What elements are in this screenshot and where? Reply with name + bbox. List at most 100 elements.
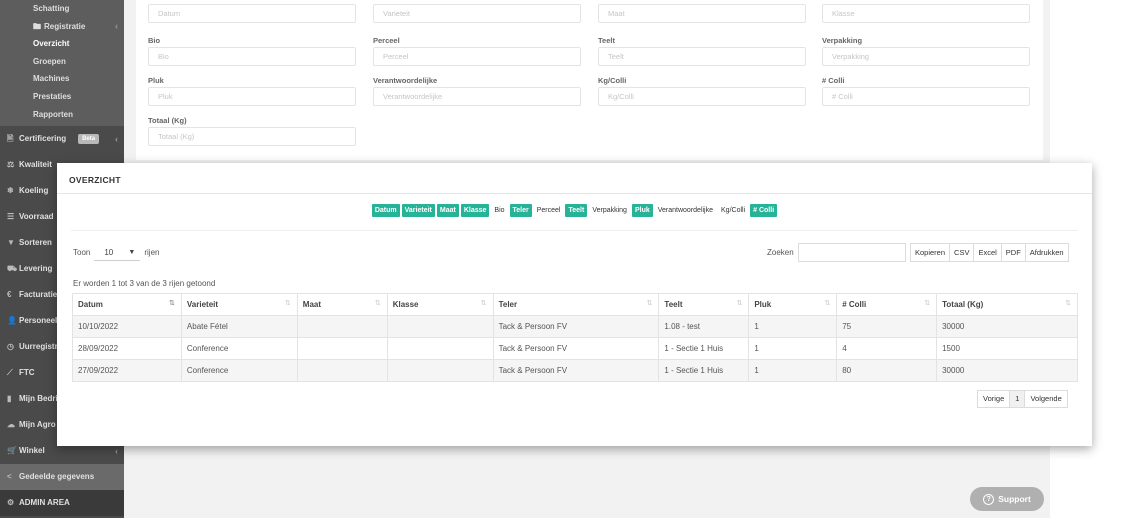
chevron-left-icon: ‹ bbox=[115, 20, 118, 31]
field-label: Kg/Colli bbox=[598, 76, 627, 85]
column-header-teler[interactable]: Teler ⇅ bbox=[492, 293, 660, 316]
field-label: Pluk bbox=[148, 76, 164, 85]
page-length-select[interactable]: 10 ▼ bbox=[94, 244, 141, 261]
table-cell-teler: Tack & Persoon FV bbox=[492, 337, 660, 360]
column-header-totaal-kg[interactable]: Totaal (Kg) ⇅ bbox=[936, 293, 1078, 316]
sidebar-subitem-machines[interactable]: Machines bbox=[0, 70, 124, 88]
form-field-bio: Bio Bio bbox=[148, 35, 356, 66]
sidebar-subitem-groepen[interactable]: Groepen bbox=[0, 53, 124, 71]
maat-input[interactable]: Maat bbox=[598, 4, 806, 23]
pagination: Vorige 1 Volgende bbox=[977, 390, 1068, 408]
export-excel-button[interactable]: Excel bbox=[974, 243, 1002, 262]
sidebar-subitem-label: Prestaties bbox=[33, 91, 72, 101]
toggle-column-datum[interactable]: Datum bbox=[371, 204, 400, 217]
export-kopieren-button[interactable]: Kopieren bbox=[910, 243, 951, 262]
toggle-column-perceel[interactable]: Perceel bbox=[534, 204, 564, 217]
column-header-datum[interactable]: Datum ⇅ bbox=[72, 293, 182, 316]
page-1-button[interactable]: 1 bbox=[1010, 390, 1026, 408]
next-page-button[interactable]: Volgende bbox=[1025, 390, 1068, 408]
form-field-maat: MaatMaat bbox=[598, 0, 806, 23]
toggle-column-bio[interactable]: Bio bbox=[491, 204, 507, 217]
table-header-row: Datum ⇅ Varieteit ⇅ Maat ⇅ Klasse ⇅ Teler ⇅ Teelt ⇅… bbox=[72, 293, 1078, 316]
pluk-input[interactable]: Pluk bbox=[148, 87, 356, 106]
sort-icon: ⇅ bbox=[284, 300, 291, 307]
folder-icon: 🖿 bbox=[33, 21, 41, 31]
sidebar-subitem-rapporten[interactable]: Rapporten bbox=[0, 106, 124, 124]
column-header-varieteit[interactable]: Varieteit ⇅ bbox=[180, 293, 298, 316]
table-row: 28/09/2022 Conference Tack & Persoon FV 1 -… bbox=[72, 337, 1078, 360]
sidebar-subitem-label: Rapporten bbox=[33, 109, 73, 119]
verpakking-input[interactable]: Verpakking bbox=[822, 47, 1030, 66]
field-label: Bio bbox=[148, 36, 161, 45]
klasse-input[interactable]: Klasse bbox=[822, 4, 1030, 23]
toggle-column-pluk[interactable]: Pluk bbox=[631, 204, 653, 217]
table-cell-maat bbox=[296, 337, 388, 360]
column-header-maat[interactable]: Maat ⇅ bbox=[296, 293, 388, 316]
placeholder-text: Maat bbox=[608, 9, 625, 18]
support-button[interactable]: ? Support bbox=[970, 487, 1044, 511]
teelt-input[interactable]: Teelt bbox=[598, 47, 806, 66]
placeholder-text: Klasse bbox=[832, 9, 855, 18]
column-header-label: Datum bbox=[78, 300, 103, 309]
toggle-column-klasse[interactable]: Klasse bbox=[460, 204, 490, 217]
support-label: Support bbox=[998, 494, 1031, 504]
export-csv-button[interactable]: CSV bbox=[950, 243, 975, 262]
prev-page-button[interactable]: Vorige bbox=[977, 390, 1011, 408]
search-input[interactable] bbox=[797, 243, 906, 262]
toggle-column-varieteit[interactable]: Varieteit bbox=[401, 204, 435, 217]
toggle-column-colli[interactable]: # Colli bbox=[750, 204, 778, 217]
toggle-column-maat[interactable]: Maat bbox=[436, 204, 459, 217]
toggle-column-kg-colli[interactable]: Kg/Colli bbox=[718, 204, 748, 217]
column-header-pluk[interactable]: Pluk ⇅ bbox=[748, 293, 838, 316]
sort-icon: ⇅ bbox=[1065, 300, 1071, 307]
sidebar-subitem-registratie[interactable]: 🖿 Registratie ‹ bbox=[0, 18, 124, 36]
field-label: Perceel bbox=[373, 36, 400, 45]
toggle-column-verpakking[interactable]: Verpakking bbox=[589, 204, 630, 217]
datum-input[interactable]: Datum bbox=[148, 4, 356, 23]
gear-icon: ⚙ bbox=[7, 498, 15, 508]
placeholder-text: # Colli bbox=[832, 92, 853, 101]
sidebar-subitem-label: Groepen bbox=[33, 56, 66, 66]
sidebar-item-admin-area[interactable]: ⚙ ADMIN AREA bbox=[0, 490, 124, 517]
export-afdrukken-button[interactable]: Afdrukken bbox=[1025, 243, 1069, 262]
table-cell-totaal-kg: 1500 bbox=[936, 337, 1078, 360]
column-header-teelt[interactable]: Teelt ⇅ bbox=[658, 293, 750, 316]
sidebar-item-certificering[interactable]: 🖹 Certificering Beta ‹ bbox=[0, 126, 124, 152]
table-cell-teelt: 1.08 - test bbox=[658, 315, 750, 338]
toggle-column-teelt[interactable]: Teelt bbox=[565, 204, 588, 217]
column-header-klasse[interactable]: Klasse ⇅ bbox=[386, 293, 494, 316]
bio-input[interactable]: Bio bbox=[148, 47, 356, 66]
table-cell-klasse bbox=[386, 359, 494, 382]
truck-icon: ⛟ bbox=[7, 264, 18, 274]
verantwoordelijke-input[interactable]: Verantwoordelijke bbox=[373, 87, 581, 106]
placeholder-text: Kg/Colli bbox=[608, 92, 634, 101]
placeholder-text: Datum bbox=[158, 9, 181, 18]
sidebar-item-label: Gedeelde gegevens bbox=[19, 472, 95, 482]
table-row: 27/09/2022 Conference Tack & Persoon FV 1 -… bbox=[72, 359, 1078, 382]
filter-icon: ▼ bbox=[7, 238, 15, 248]
field-label: Teelt bbox=[598, 36, 615, 45]
toggle-column-teler[interactable]: Teler bbox=[509, 204, 532, 217]
sidebar-subitem-overzicht[interactable]: Overzicht bbox=[0, 35, 124, 53]
colli-input[interactable]: # Colli bbox=[822, 87, 1030, 106]
share-icon: < bbox=[7, 472, 12, 482]
column-header-colli[interactable]: # Colli ⇅ bbox=[836, 293, 938, 316]
export-pdf-button[interactable]: PDF bbox=[1001, 243, 1026, 262]
sidebar-item-label: Kwaliteit bbox=[19, 160, 52, 170]
column-visibility-toggles: Datum Varieteit Maat Klasse Bio Teler Perceel T… bbox=[57, 204, 1092, 217]
question-icon: ? bbox=[983, 493, 995, 505]
sidebar-item-gedeelde-gegevens[interactable]: < Gedeelde gegevens bbox=[0, 464, 124, 491]
sidebar-item-label: Certificering bbox=[19, 134, 67, 144]
totaal-kg-input[interactable]: Totaal (Kg) bbox=[148, 127, 356, 146]
perceel-input[interactable]: Perceel bbox=[373, 47, 581, 66]
table-cell-varieteit: Conference bbox=[180, 359, 298, 382]
sidebar-subitem-schatting[interactable]: Schatting bbox=[0, 0, 124, 18]
toggle-column-verantwoordelijke[interactable]: Verantwoordelijke bbox=[655, 204, 716, 217]
column-header-label: Pluk bbox=[754, 300, 772, 309]
column-header-label: Varieteit bbox=[186, 300, 219, 309]
bar-chart-icon: ▮ bbox=[7, 394, 12, 404]
sidebar-subitem-prestaties[interactable]: Prestaties bbox=[0, 88, 124, 106]
sidebar-subitem-label: Overzicht bbox=[33, 39, 70, 49]
varieteit-input[interactable]: Varieteit bbox=[373, 4, 581, 23]
kg-colli-input[interactable]: Kg/Colli bbox=[598, 87, 806, 106]
